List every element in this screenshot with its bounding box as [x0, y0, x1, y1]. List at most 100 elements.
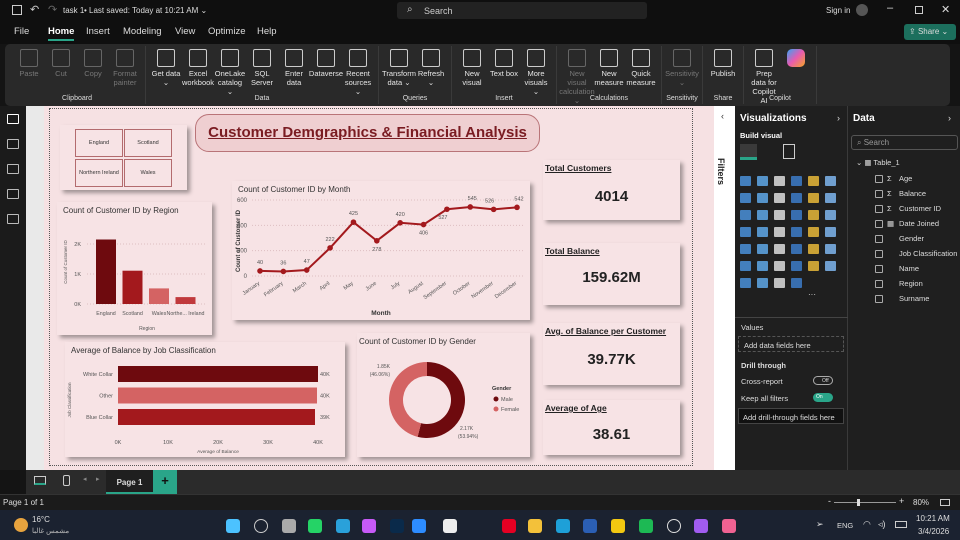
ribbon-button[interactable]: Quick measure — [626, 46, 656, 87]
clock-date[interactable]: 3/4/2026 — [918, 527, 949, 536]
format-visual-icon[interactable] — [783, 144, 795, 159]
mobile-layout-icon[interactable] — [63, 475, 70, 486]
model-view-icon[interactable] — [7, 164, 19, 174]
field-item[interactable]: Job Classification — [875, 249, 957, 258]
pinterest-icon[interactable] — [502, 519, 516, 533]
ribbon-button[interactable]: Paste — [14, 46, 44, 78]
visual-type-icon[interactable] — [825, 244, 836, 254]
search-icon[interactable] — [254, 519, 268, 533]
field-item[interactable]: Surname — [875, 294, 929, 303]
visual-type-icon[interactable] — [740, 176, 751, 186]
ribbon-button[interactable]: More visuals ⌄ — [521, 46, 551, 96]
visual-type-icon[interactable] — [757, 227, 768, 237]
ribbon-button[interactable]: Copy — [78, 46, 108, 78]
kpi-total-balance[interactable]: Total Balance 159.62M — [543, 243, 680, 305]
whatsapp-icon[interactable] — [308, 519, 322, 533]
zoom-in-button[interactable]: + — [899, 496, 904, 506]
share-button[interactable]: ⇪ Share ⌄ — [904, 24, 956, 40]
save-icon[interactable] — [12, 5, 22, 15]
visual-type-icon[interactable] — [740, 244, 751, 254]
visual-type-icon[interactable] — [757, 278, 768, 288]
task-view-icon[interactable] — [282, 519, 296, 533]
ribbon-button[interactable]: OneLake catalog ⌄ — [215, 46, 245, 96]
ribbon-button[interactable]: New measure — [594, 46, 624, 87]
field-item[interactable]: Name — [875, 264, 919, 273]
zoom-out-button[interactable]: - — [828, 496, 831, 506]
location-icon[interactable]: ➢ — [816, 519, 824, 530]
field-checkbox[interactable] — [875, 279, 883, 288]
visual-type-icon[interactable] — [774, 193, 785, 203]
maximize-button[interactable] — [915, 6, 923, 14]
data-search-input[interactable]: ⌕ Search — [851, 135, 958, 150]
store-icon[interactable] — [443, 519, 457, 533]
visual-type-icon[interactable] — [740, 210, 751, 220]
report-view-icon[interactable] — [7, 114, 19, 124]
menu-modeling[interactable]: Modeling — [123, 26, 162, 37]
ribbon-button[interactable]: Format painter — [110, 46, 140, 87]
field-checkbox[interactable] — [875, 189, 883, 198]
word-icon[interactable] — [583, 519, 597, 533]
visual-type-icon[interactable] — [825, 193, 836, 203]
job-chart[interactable]: Average of Balance by Job Classification… — [65, 342, 345, 457]
copilot-icon[interactable] — [362, 519, 376, 533]
field-checkbox[interactable] — [875, 249, 883, 258]
gender-chart[interactable]: Count of Customer ID by Gender Male Femal… — [357, 333, 530, 457]
field-item[interactable]: ▦ Date Joined — [875, 219, 939, 228]
kpi-avg-age[interactable]: Average of Age 38.61 — [543, 400, 680, 455]
telegram-icon[interactable] — [336, 519, 350, 533]
menu-optimize[interactable]: Optimize — [208, 26, 245, 37]
visual-type-icon[interactable] — [757, 210, 768, 220]
visual-type-icon[interactable] — [791, 261, 802, 271]
menu-home[interactable]: Home — [48, 26, 75, 41]
filters-pane-collapsed[interactable]: ‹ Filters — [714, 106, 735, 470]
visual-type-icon[interactable] — [791, 278, 802, 288]
collapse-icon[interactable]: › — [948, 113, 951, 123]
account-icon[interactable] — [856, 4, 868, 16]
visual-type-icon[interactable] — [825, 227, 836, 237]
ribbon-button[interactable]: Text box — [489, 46, 519, 78]
clock-time[interactable]: 10:21 AM — [916, 514, 950, 523]
zoom-slider-thumb[interactable] — [857, 499, 860, 506]
save-status[interactable]: • Last saved: Today at 10:21 AM ⌄ — [84, 6, 207, 15]
field-checkbox[interactable] — [875, 234, 883, 243]
values-drop-zone[interactable]: Add data fields here — [738, 336, 844, 352]
ribbon-button[interactable]: Refresh ⌄ — [416, 46, 446, 87]
wifi-icon[interactable]: ◠ — [863, 519, 871, 530]
file-explorer-icon[interactable] — [528, 519, 542, 533]
slicer-wales[interactable]: Wales — [124, 159, 172, 187]
filters-label[interactable]: Filters — [716, 158, 726, 185]
page-tab-1[interactable]: Page 1 — [106, 470, 153, 494]
ribbon-button[interactable]: Recent sources ⌄ — [343, 46, 373, 96]
ribbon-button[interactable] — [781, 46, 811, 69]
visual-type-icon[interactable] — [808, 261, 819, 271]
visual-type-icon[interactable] — [791, 176, 802, 186]
field-checkbox[interactable] — [875, 204, 883, 213]
menu-insert[interactable]: Insert — [86, 26, 110, 37]
ribbon-button[interactable]: SQL Server — [247, 46, 277, 87]
visual-type-icon[interactable] — [757, 193, 768, 203]
slicer-scotland[interactable]: Scotland — [124, 129, 172, 157]
month-chart[interactable]: Count of Customer ID by Month 0 200 400 600… — [232, 181, 530, 320]
close-button[interactable]: ✕ — [941, 3, 950, 16]
zoom-icon[interactable] — [412, 519, 426, 533]
visual-type-icon[interactable] — [757, 261, 768, 271]
photos-icon[interactable] — [722, 519, 736, 533]
field-checkbox[interactable] — [875, 294, 883, 303]
search-box[interactable]: ⌕ Search — [397, 2, 647, 19]
ribbon-button[interactable]: Publish — [708, 46, 738, 78]
visual-type-icon[interactable] — [791, 227, 802, 237]
prev-page-icon[interactable]: ◂ — [83, 475, 87, 483]
field-item[interactable]: Gender — [875, 234, 924, 243]
battery-icon[interactable] — [895, 521, 907, 528]
chatgpt-icon[interactable] — [667, 519, 681, 533]
region-chart[interactable]: Count of Customer ID by Region 0K 1K 2K Eng… — [57, 202, 212, 335]
kpi-total-customers[interactable]: Total Customers 4014 — [543, 160, 680, 220]
fit-to-page-icon[interactable] — [940, 499, 950, 506]
ribbon-button[interactable]: Cut — [46, 46, 76, 78]
redo-icon[interactable]: ↷ — [48, 3, 57, 16]
build-visual-icon[interactable] — [740, 144, 757, 160]
visual-type-icon[interactable] — [774, 210, 785, 220]
visual-type-icon[interactable] — [808, 193, 819, 203]
ribbon-button[interactable]: New visual — [457, 46, 487, 87]
dax-query-view-icon[interactable] — [7, 189, 19, 199]
